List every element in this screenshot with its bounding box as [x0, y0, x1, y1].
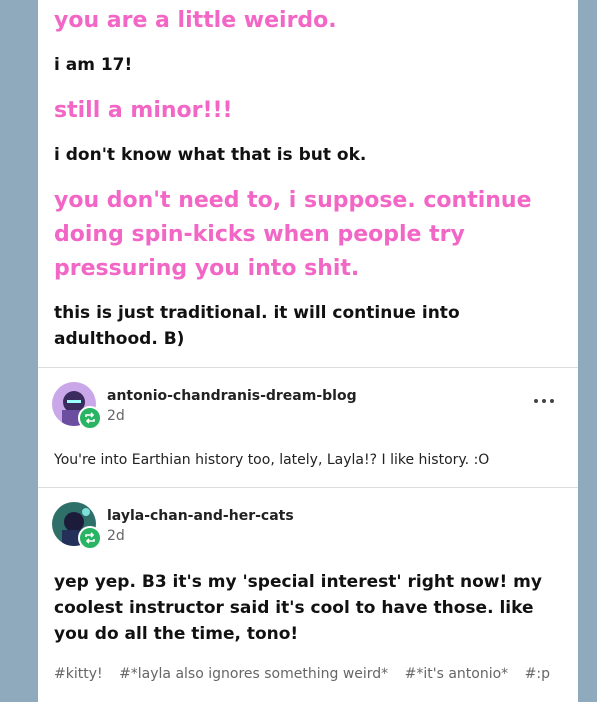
tag-link[interactable]: #*it's antonio* [405, 666, 509, 682]
reblog-text: yep yep. B3 it's my 'special interest' r… [54, 572, 542, 644]
reblog-text: You're into Earthian history too, lately… [54, 452, 490, 468]
blog-name-link[interactable]: antonio-chandranis-dream-blog [107, 388, 357, 404]
reblog-header: layla-chan-and-her-cats 2d [52, 502, 562, 552]
chat-line: you don't need to, i suppose. continue d… [54, 188, 532, 281]
post-card: you are a little weirdo. i am 17! still … [38, 0, 578, 702]
tag-link[interactable]: #kitty! [54, 666, 103, 682]
blog-name-link[interactable]: layla-chan-and-her-cats [107, 508, 294, 524]
chat-line: this is just traditional. it will contin… [54, 303, 460, 349]
tag-link[interactable]: #*layla also ignores something weird* [119, 666, 388, 682]
more-options-icon[interactable] [532, 392, 556, 404]
reblog-icon [78, 526, 102, 550]
post-divider [38, 367, 578, 368]
chat-line: i am 17! [54, 55, 133, 75]
chat-line: i don't know what that is but ok. [54, 145, 367, 165]
post-divider [38, 487, 578, 488]
chat-line: you are a little weirdo. [54, 8, 337, 33]
reblog-header: antonio-chandranis-dream-blog 2d [52, 382, 562, 432]
tag-list: #kitty! #*layla also ignores something w… [54, 666, 562, 682]
post-timestamp[interactable]: 2d [107, 528, 125, 544]
reblog-icon [78, 406, 102, 430]
tag-link[interactable]: #:p [525, 666, 550, 682]
post-timestamp[interactable]: 2d [107, 408, 125, 424]
chat-line: still a minor!!! [54, 98, 233, 123]
